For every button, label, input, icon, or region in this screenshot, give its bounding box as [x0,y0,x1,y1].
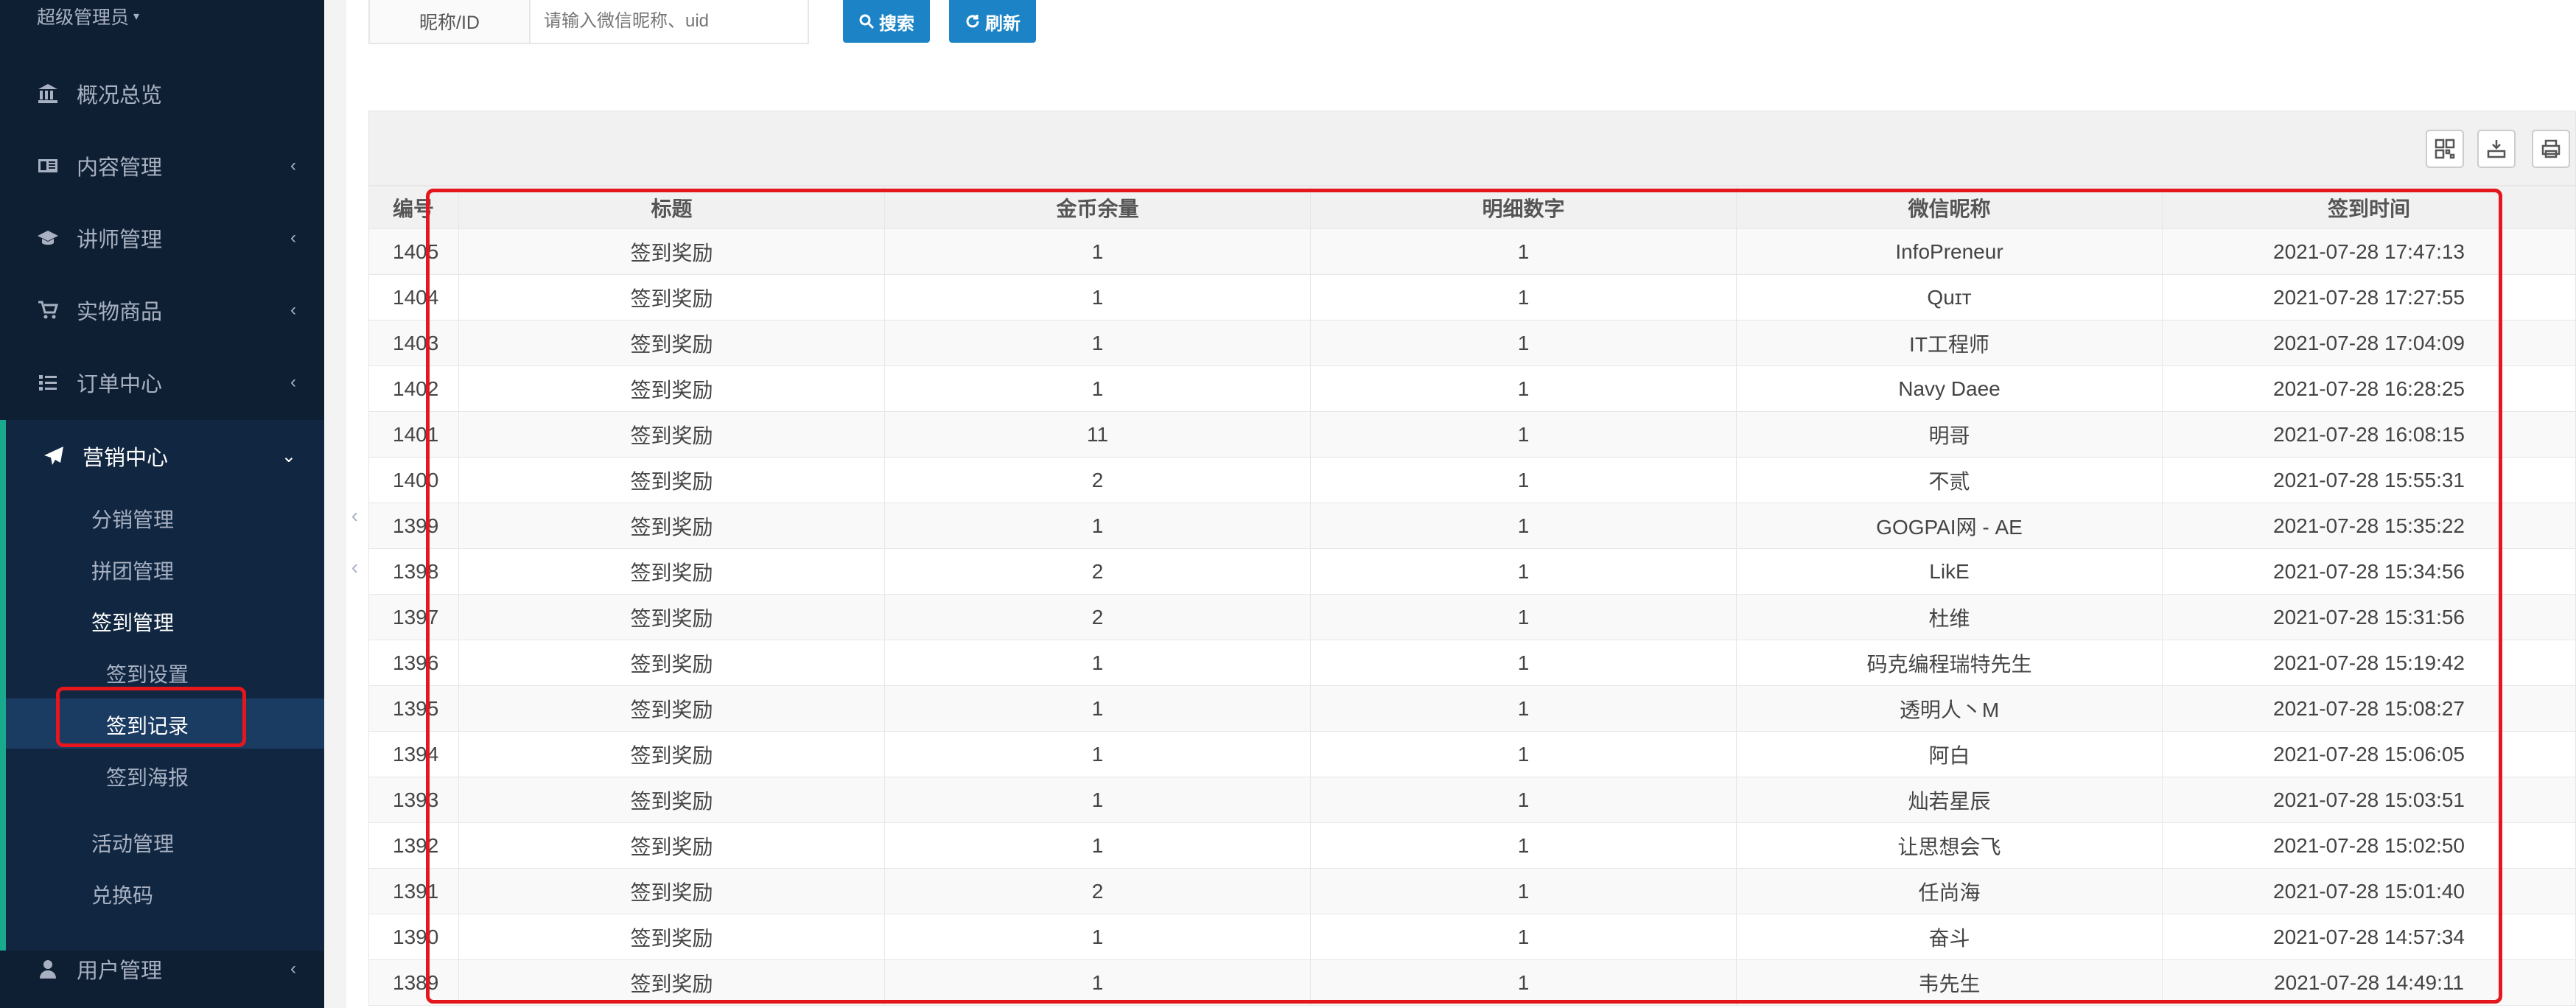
gutter [324,0,346,1008]
chevron-left-icon: ‹ [351,504,359,527]
submenu-distribution[interactable]: 分销管理 ‹ [91,504,358,533]
print-icon[interactable] [2532,130,2570,168]
refresh-icon [966,15,979,28]
table-toolbar [368,111,2576,186]
menu-marketing[interactable]: 营销中心 ⌄ [6,420,324,492]
submenu-label: 签到管理 [91,612,175,634]
sidebar: 超级管理员 ▾ 概况总览 内容管理 ‹ 讲师管理 ‹ 实物商品 ‹ 订单中心 ‹… [0,0,358,1008]
menu-content[interactable]: 内容管理 ‹ [0,130,324,202]
export-icon[interactable] [2477,130,2516,168]
menu-users[interactable]: 用户管理 ‹ [0,933,324,1005]
menu-goods[interactable]: 实物商品 ‹ [0,274,324,346]
search-icon [859,14,875,29]
admin-role-dropdown[interactable]: 超级管理员 ▾ [37,3,139,29]
menu-label: 营销中心 [83,447,169,470]
menu-label: 内容管理 [77,156,163,180]
submenu-activity[interactable]: 活动管理 [91,828,174,858]
chevron-left-icon: ‹ [290,372,296,392]
menu-label: 概况总览 [77,84,163,108]
caret-down-icon: ▾ [133,10,140,23]
list-icon [35,370,60,395]
submenu-groupbuy[interactable]: 拼团管理 ‹ [91,556,358,585]
submenu-signin-poster[interactable]: 签到海报 [106,762,189,791]
menu-overview[interactable]: 概况总览 [0,57,324,130]
admin-role-label: 超级管理员 [37,7,130,28]
highlight-box-table [426,189,2502,1004]
nickname-id-label: 昵称/ID [368,0,531,44]
submenu-label: 拼团管理 [91,560,175,583]
submenu-signin[interactable]: 签到管理 ⌄ [91,607,358,637]
chevron-left-icon: ‹ [290,300,296,320]
cart-icon [35,298,60,323]
highlight-box-menu [56,687,246,747]
search-button[interactable]: 搜索 [843,0,930,43]
newspaper-icon [35,153,60,178]
user-icon [35,956,60,981]
chevron-left-icon: ‹ [290,155,296,175]
chevron-left-icon: ‹ [351,556,359,578]
graduation-cap-icon [35,225,60,251]
chevron-left-icon: ‹ [290,228,296,248]
submenu-redeem-code[interactable]: 兑换码 [91,880,153,909]
menu-orders[interactable]: 订单中心 ‹ [0,346,324,419]
menu-label: 讲师管理 [77,228,163,252]
refresh-button-label: 刷新 [985,13,1021,34]
search-button-label: 搜索 [879,13,914,34]
menu-label: 实物商品 [77,301,163,324]
search-input[interactable] [529,0,809,44]
refresh-button[interactable]: 刷新 [949,0,1036,43]
menu-lecturer[interactable]: 讲师管理 ‹ [0,202,324,274]
menu-label: 用户管理 [77,959,163,983]
chevron-down-icon: ⌄ [281,446,296,466]
bank-icon [35,81,60,106]
submenu-signin-settings[interactable]: 签到设置 [106,659,189,688]
paper-plane-icon [41,444,66,469]
columns-icon[interactable] [2426,130,2464,168]
submenu-label: 分销管理 [91,508,175,531]
chevron-left-icon: ‹ [290,959,296,979]
menu-label: 订单中心 [77,373,163,396]
